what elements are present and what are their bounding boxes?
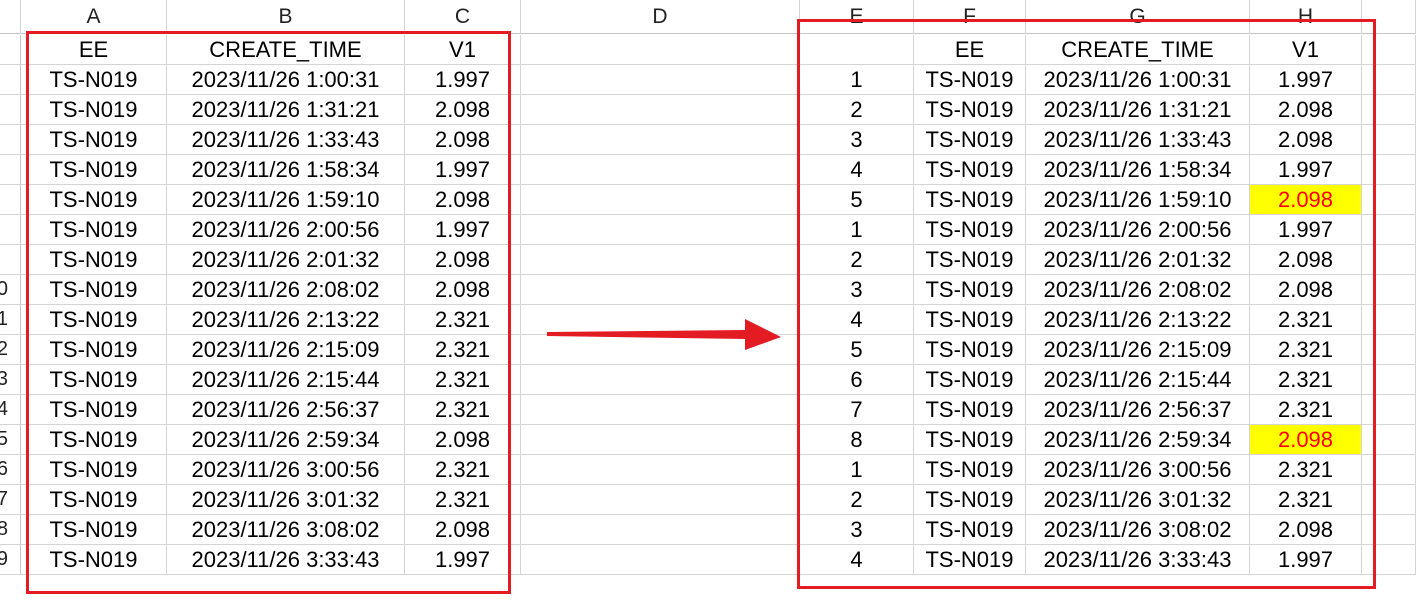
row-header[interactable]: 3 bbox=[0, 365, 21, 395]
row-header-label: 7 bbox=[0, 488, 20, 511]
row-header[interactable] bbox=[0, 245, 21, 275]
select-all-corner[interactable] bbox=[0, 0, 21, 34]
cell[interactable] bbox=[521, 365, 800, 395]
row-header[interactable] bbox=[0, 215, 21, 245]
row-header[interactable]: 1 bbox=[0, 305, 21, 335]
cell[interactable] bbox=[521, 95, 800, 125]
cell[interactable] bbox=[521, 215, 800, 245]
row-header-label: 3 bbox=[0, 368, 20, 391]
row-header[interactable]: 4 bbox=[0, 395, 21, 425]
row-header-label: 9 bbox=[0, 548, 20, 571]
row-header[interactable] bbox=[0, 95, 21, 125]
row-header-label: 4 bbox=[0, 398, 20, 421]
row-header[interactable]: 0 bbox=[0, 275, 21, 305]
row-header-label: 2 bbox=[0, 338, 20, 361]
cell[interactable] bbox=[521, 245, 800, 275]
cell[interactable] bbox=[521, 485, 800, 515]
row-header[interactable]: 7 bbox=[0, 485, 21, 515]
row-header[interactable]: 2 bbox=[0, 335, 21, 365]
row-header[interactable] bbox=[0, 125, 21, 155]
row-header-label: 1 bbox=[0, 308, 20, 331]
column-header-a[interactable]: A bbox=[21, 0, 167, 34]
cell[interactable] bbox=[521, 125, 800, 155]
row-header[interactable] bbox=[0, 35, 21, 65]
row-header-label: 5 bbox=[0, 428, 20, 451]
right-table-highlight-box bbox=[797, 19, 1376, 589]
cell[interactable] bbox=[521, 65, 800, 95]
cell[interactable] bbox=[521, 185, 800, 215]
cell[interactable] bbox=[521, 425, 800, 455]
cell[interactable] bbox=[521, 395, 800, 425]
cell[interactable] bbox=[521, 515, 800, 545]
row-header[interactable]: 5 bbox=[0, 425, 21, 455]
cell[interactable] bbox=[521, 455, 800, 485]
row-header[interactable] bbox=[0, 65, 21, 95]
row-header-label: 0 bbox=[0, 278, 20, 301]
column-header-b[interactable]: B bbox=[167, 0, 405, 34]
cell[interactable] bbox=[521, 35, 800, 65]
column-header-c[interactable]: C bbox=[405, 0, 521, 34]
column-header-d[interactable]: D bbox=[521, 0, 800, 34]
cell[interactable] bbox=[521, 155, 800, 185]
row-header[interactable]: 8 bbox=[0, 515, 21, 545]
row-header[interactable] bbox=[0, 155, 21, 185]
cell[interactable] bbox=[521, 275, 800, 305]
cell[interactable] bbox=[521, 545, 800, 575]
row-header-label: 8 bbox=[0, 518, 20, 541]
right-arrow-icon bbox=[547, 319, 781, 350]
row-header[interactable]: 9 bbox=[0, 545, 21, 575]
left-table-highlight-box bbox=[26, 31, 511, 594]
row-header[interactable] bbox=[0, 185, 21, 215]
row-header-label: 6 bbox=[0, 458, 20, 481]
row-header[interactable]: 6 bbox=[0, 455, 21, 485]
